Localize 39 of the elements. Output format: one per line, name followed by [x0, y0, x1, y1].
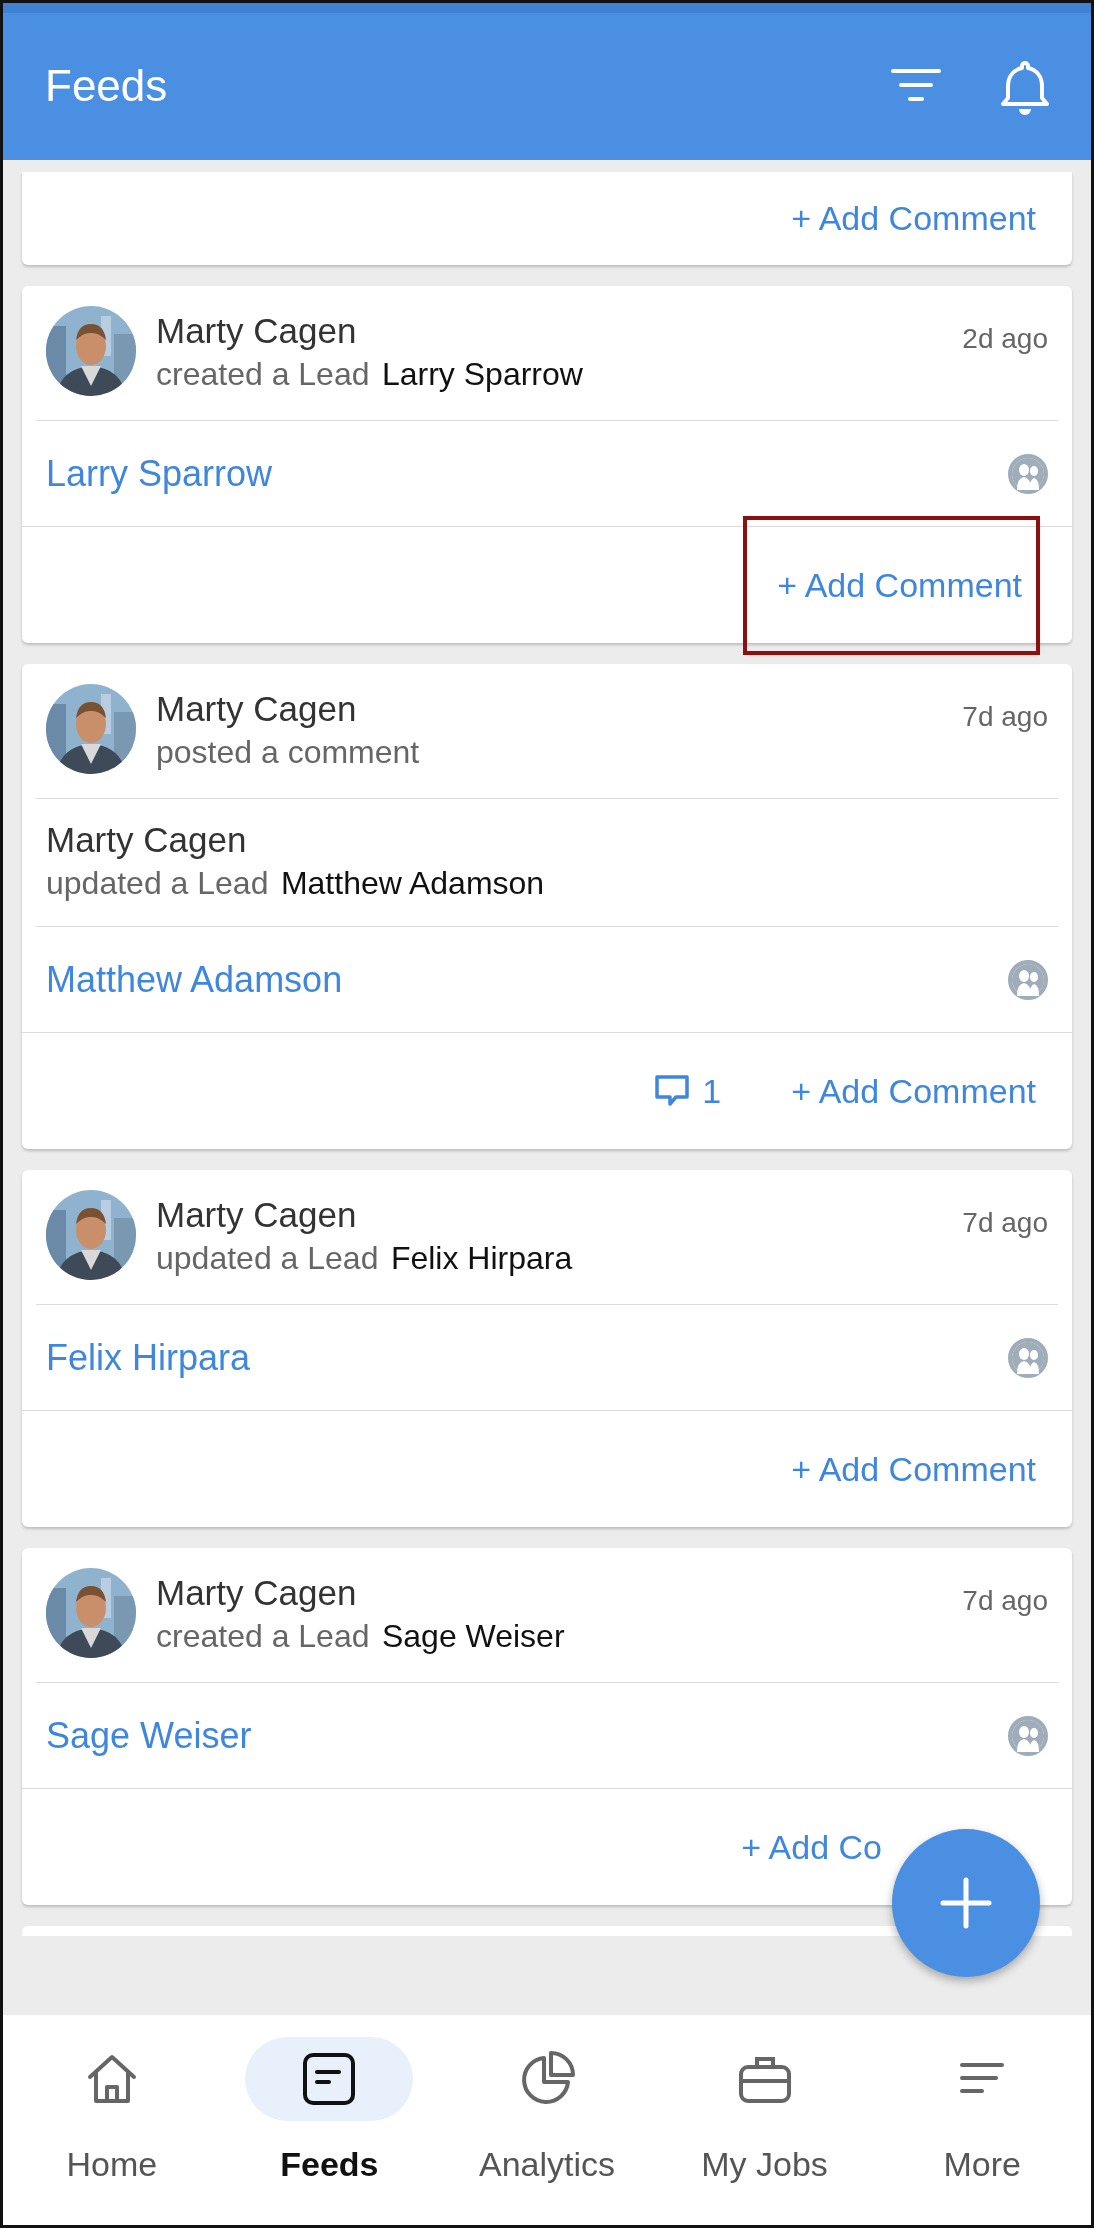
contact-icon	[1008, 1337, 1048, 1378]
lead-link[interactable]: Felix Hirpara	[46, 1330, 251, 1385]
notification-bell-icon[interactable]	[1001, 58, 1049, 115]
contact-icon	[1008, 959, 1048, 1000]
timestamp: 7d ago	[962, 700, 1048, 734]
author-name: Marty Cagen	[156, 1195, 357, 1235]
timestamp: 2d ago	[962, 322, 1048, 356]
add-comment-button[interactable]: + Add Comment	[791, 187, 1036, 250]
activity-text: updated a Lead	[46, 864, 269, 901]
nav-tab[interactable]: Analytics	[438, 2037, 656, 2225]
lead-name: Larry Sparrow	[381, 355, 583, 392]
timestamp: 7d ago	[962, 1206, 1048, 1241]
author-name: Marty Cagen	[156, 689, 357, 728]
author-name: Marty Cagen	[156, 311, 357, 350]
timestamp: 7d ago	[962, 1584, 1048, 1619]
plus-icon	[940, 1877, 992, 1929]
add-comment-button[interactable]: + Add Comment	[791, 1437, 1036, 1501]
lead-link[interactable]: Matthew Adamson	[46, 952, 343, 1007]
lead-name: Felix Hirpara	[390, 1239, 573, 1276]
nav-tab[interactable]: Home	[3, 2037, 221, 2225]
lead-name: Matthew Adamson	[280, 864, 545, 901]
author-name: Marty Cagen	[46, 820, 247, 859]
activity-text: created a Lead	[156, 1617, 370, 1654]
contact-icon	[1008, 453, 1048, 494]
lead-link[interactable]: Larry Sparrow	[46, 446, 273, 501]
lead-link[interactable]: Sage Weiser	[46, 1708, 252, 1763]
add-comment-button[interactable]: + Add Co	[741, 1815, 882, 1879]
comment-count-button[interactable]: 1	[654, 1065, 722, 1117]
activity-text: posted a comment	[156, 733, 420, 770]
add-comment-button[interactable]: + Add Comment	[791, 1059, 1036, 1123]
lead-name: Sage Weiser	[381, 1617, 565, 1654]
author-name: Marty Cagen	[156, 1573, 357, 1613]
contact-icon	[1008, 1715, 1048, 1756]
page-title: Feeds	[45, 60, 169, 113]
nav-tab[interactable]: Feeds	[220, 2037, 439, 2225]
nav-tab[interactable]: My Jobs	[655, 2037, 874, 2225]
activity-text: updated a Lead	[156, 1239, 379, 1276]
activity-text: created a Lead	[156, 355, 370, 392]
nav-tab[interactable]: More	[873, 2037, 1091, 2225]
